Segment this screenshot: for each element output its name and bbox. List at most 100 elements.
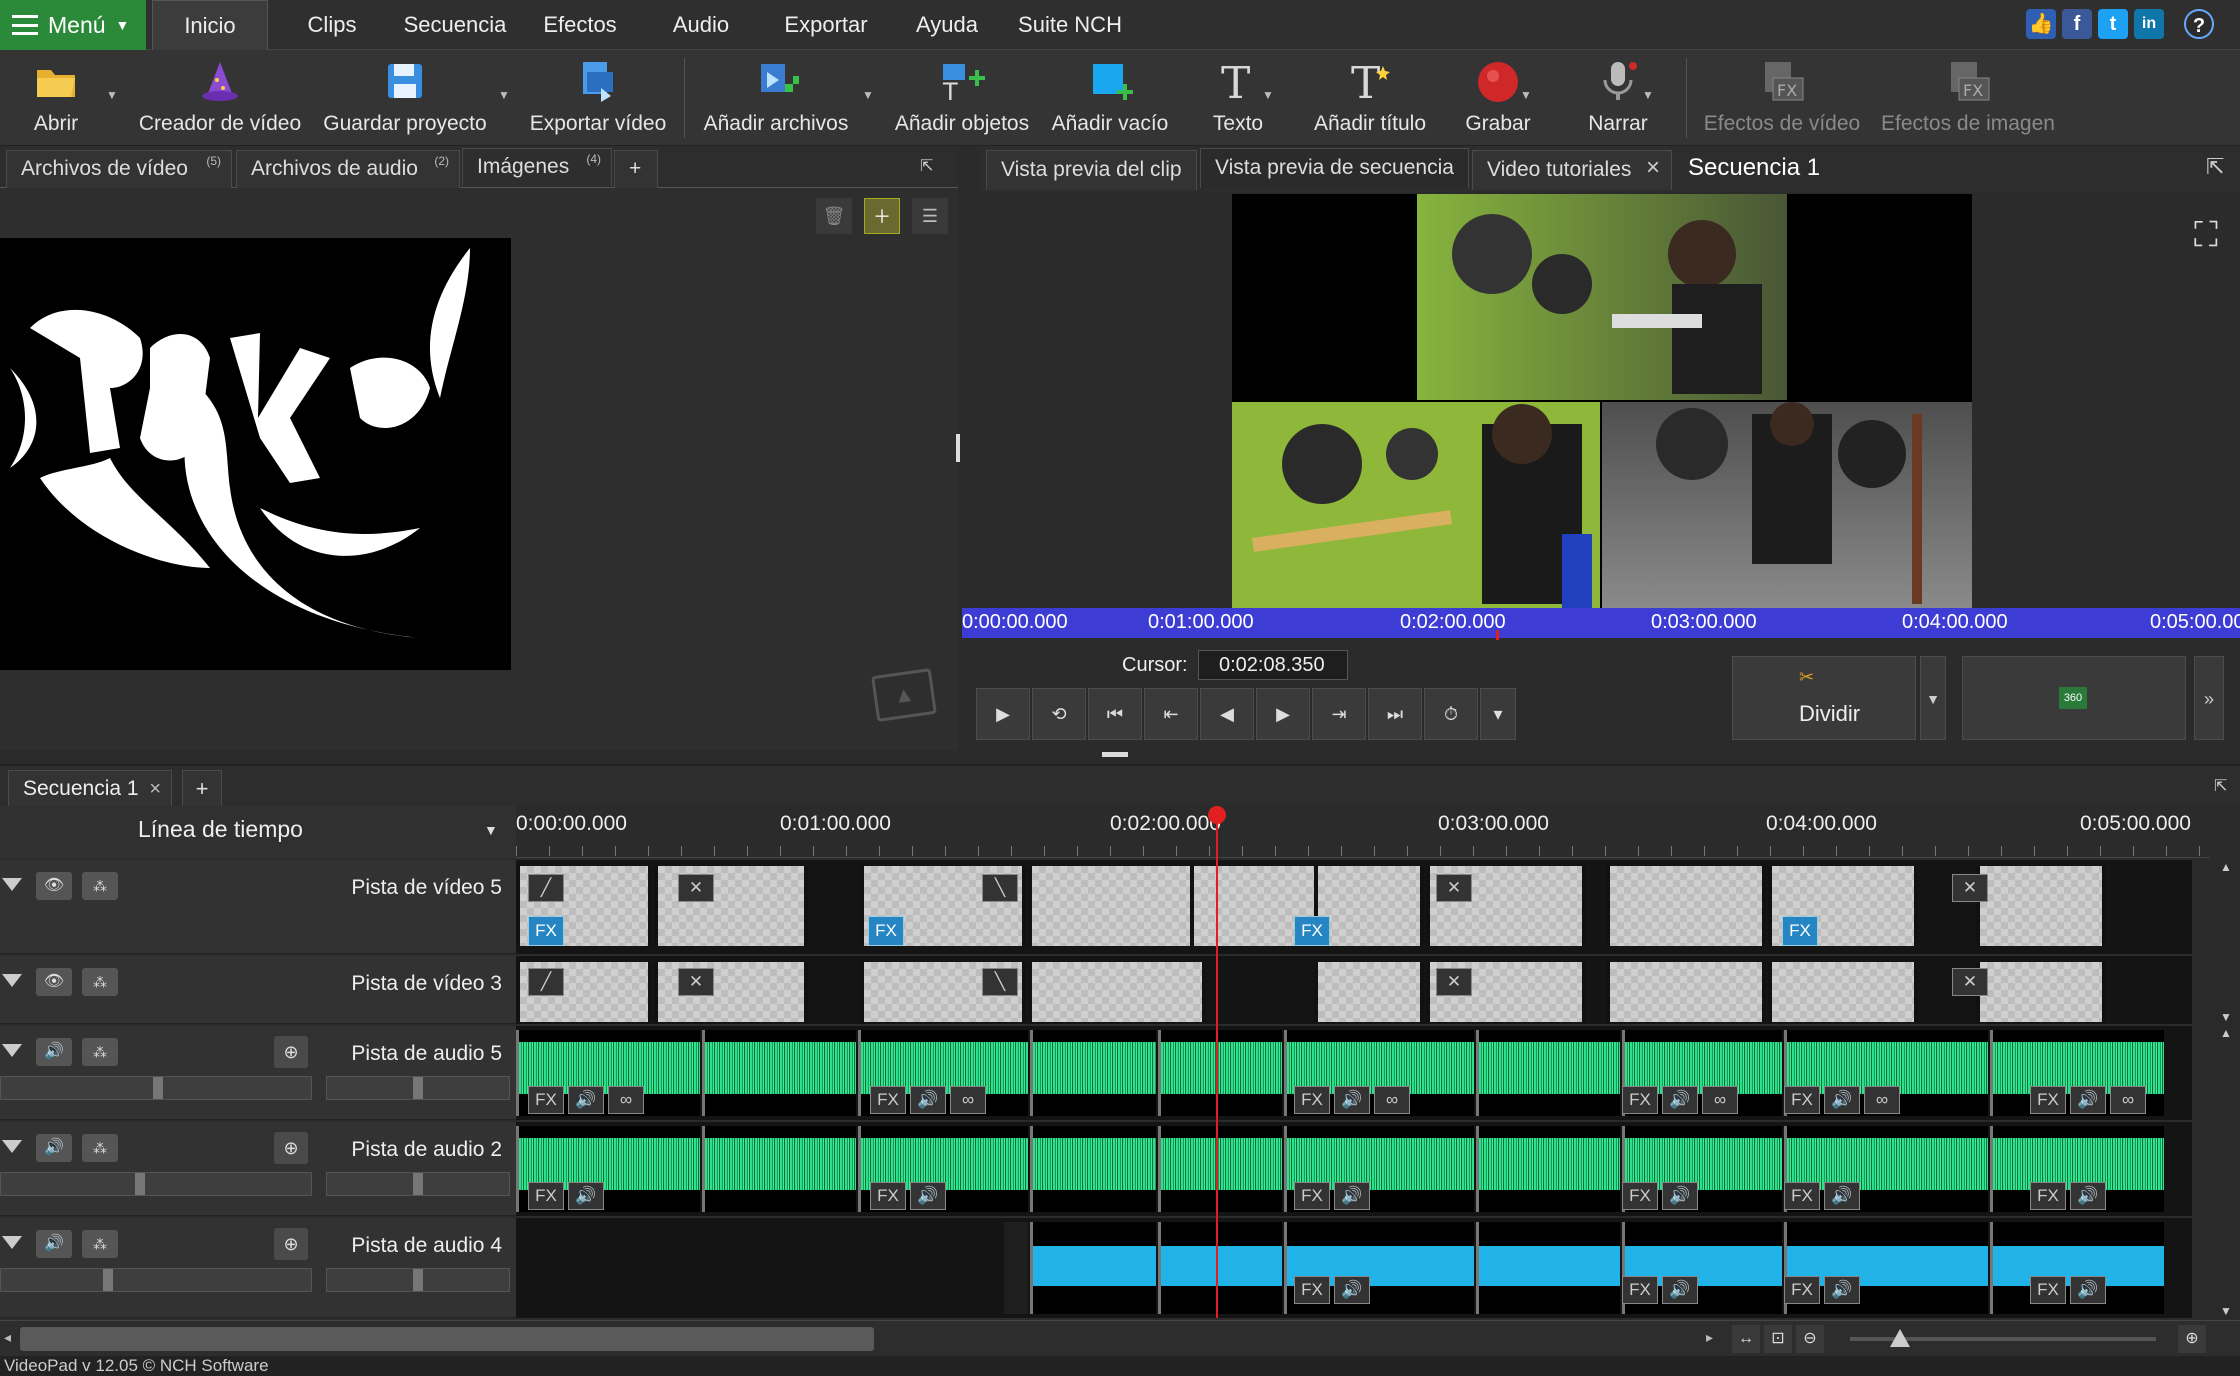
fx-badge[interactable]: FX [1294, 1276, 1330, 1304]
volume-icon[interactable]: 🔊 [568, 1086, 604, 1114]
tab-sequence-preview[interactable]: Vista previa de secuencia [1200, 148, 1469, 188]
fx-badge[interactable]: FX [1294, 1086, 1330, 1114]
tab-suite-nch[interactable]: Suite NCH [1018, 0, 1122, 50]
audio-clip[interactable] [1030, 1030, 1156, 1116]
fullscreen-icon[interactable]: ⛶ [2194, 216, 2218, 255]
main-menu-button[interactable]: Menú ▼ [0, 0, 146, 50]
zoom-waveform-icon[interactable]: ⊕ [274, 1228, 308, 1260]
volume-slider[interactable] [0, 1268, 312, 1292]
fade-in-icon[interactable]: ╱ [528, 874, 564, 902]
tab-secuencia[interactable]: Secuencia [400, 0, 510, 50]
image-thumbnail[interactable] [0, 238, 511, 670]
video-clip[interactable] [1314, 962, 1424, 1022]
fx-badge[interactable]: FX [1622, 1086, 1658, 1114]
video-effects-button[interactable]: FX Efectos de vídeo [1700, 50, 1864, 146]
open-dropdown-icon[interactable]: ▼ [106, 88, 118, 102]
group-icon[interactable]: ⁂ [82, 1230, 118, 1258]
transition-icon[interactable]: ✕ [1952, 874, 1988, 902]
video-tracks-scrollbar[interactable]: ▲ ▼ [2212, 860, 2240, 1024]
audio-clip[interactable] [1030, 1222, 1156, 1314]
more-options-dropdown-icon[interactable]: ▾ [1480, 688, 1516, 740]
tab-audio[interactable]: Audio [666, 0, 736, 50]
fx-badge[interactable]: FX [868, 916, 904, 946]
collapse-icon[interactable] [2, 974, 22, 987]
video-clip[interactable] [1768, 962, 1918, 1022]
volume-icon[interactable]: 🔊 [1334, 1182, 1370, 1210]
audio-clip[interactable] [1158, 1126, 1282, 1212]
list-view-icon[interactable]: ☰ [912, 198, 948, 234]
pan-slider[interactable] [326, 1076, 510, 1100]
audio-clip[interactable] [702, 1126, 856, 1212]
fx-badge[interactable]: FX [2030, 1276, 2066, 1304]
zoom-in-icon[interactable]: ⊕ [2178, 1325, 2206, 1353]
fx-badge[interactable]: FX [528, 1086, 564, 1114]
horizontal-scrollbar-thumb[interactable] [20, 1327, 874, 1351]
next-clip-button[interactable]: ⇥ [1312, 688, 1366, 740]
volume-icon[interactable]: 🔊 [568, 1182, 604, 1210]
fx-badge[interactable]: FX [870, 1086, 906, 1114]
timeline-header[interactable]: Línea de tiempo ▼ [0, 806, 516, 858]
open-button[interactable]: Abrir [4, 50, 108, 146]
audio-clip[interactable] [1476, 1030, 1620, 1116]
zoom-waveform-icon[interactable]: ⊕ [274, 1132, 308, 1164]
eye-icon[interactable]: 👁 [36, 968, 72, 996]
fx-badge[interactable]: FX [2030, 1086, 2066, 1114]
save-project-button[interactable]: Guardar proyecto [320, 50, 490, 146]
video-clip[interactable] [1028, 866, 1206, 946]
volume-icon[interactable]: 🔊 [1334, 1086, 1370, 1114]
fx-badge[interactable]: FX [528, 916, 564, 946]
go-to-end-button[interactable]: ⏭ [1368, 688, 1422, 740]
volume-icon[interactable]: 🔊 [910, 1182, 946, 1210]
add-objects-button[interactable]: T Añadir objetos [888, 50, 1036, 146]
chevron-down-icon[interactable]: ▼ [484, 822, 498, 838]
link-icon[interactable]: ∞ [2110, 1086, 2146, 1114]
eye-icon[interactable]: 👁 [36, 872, 72, 900]
volume-icon[interactable]: 🔊 [2070, 1086, 2106, 1114]
fx-badge[interactable]: FX [2030, 1182, 2066, 1210]
add-files-dropdown-icon[interactable]: ▼ [862, 88, 874, 102]
tab-audio-files[interactable]: Archivos de audio (2) [236, 150, 460, 188]
volume-icon[interactable]: 🔊 [1824, 1182, 1860, 1210]
volume-icon[interactable]: 🔊 [1824, 1276, 1860, 1304]
tab-ayuda[interactable]: Ayuda [912, 0, 982, 50]
transition-icon[interactable]: ✕ [1436, 874, 1472, 902]
save-dropdown-icon[interactable]: ▼ [498, 88, 510, 102]
transition-icon[interactable]: ✕ [678, 968, 714, 996]
collapse-icon[interactable] [2, 1236, 22, 1249]
help-icon[interactable]: ? [2184, 9, 2214, 39]
audio-clip[interactable] [1030, 1126, 1156, 1212]
group-icon[interactable]: ⁂ [82, 1038, 118, 1066]
tab-sequence-1[interactable]: Secuencia 1 × [8, 770, 172, 808]
volume-icon[interactable]: 🔊 [910, 1086, 946, 1114]
zoom-waveform-icon[interactable]: ⊕ [274, 1036, 308, 1068]
volume-icon[interactable]: 🔊 [1334, 1276, 1370, 1304]
timeline-ruler[interactable]: 0:00:00.000 0:01:00.000 0:02:00.000 0:03… [516, 806, 2210, 858]
preview-time-ruler[interactable]: 0:00:00.000 0:01:00.000 0:02:00.000 0:03… [962, 608, 2240, 640]
close-sequence-icon[interactable]: × [149, 771, 161, 807]
speaker-icon[interactable]: 🔊 [36, 1038, 72, 1066]
video-clip[interactable] [1314, 866, 1424, 946]
video-clip[interactable] [1028, 962, 1206, 1022]
narrate-dropdown-icon[interactable]: ▼ [1642, 88, 1654, 102]
tab-video-files[interactable]: Archivos de vídeo (5) [6, 150, 232, 188]
audio-tracks-scrollbar[interactable]: ▲ ▼ [2212, 1026, 2240, 1318]
fx-badge[interactable]: FX [1784, 1182, 1820, 1210]
add-title-button[interactable]: T Añadir título [1296, 50, 1444, 146]
tab-video-tutorials[interactable]: Video tutoriales [1472, 150, 1673, 190]
volume-slider[interactable] [0, 1076, 312, 1100]
more-tools-button[interactable]: » [2194, 656, 2224, 740]
like-icon[interactable]: 👍 [2026, 9, 2056, 39]
fx-badge[interactable]: FX [1784, 1276, 1820, 1304]
audio-clip[interactable] [1158, 1222, 1282, 1314]
tab-clips[interactable]: Clips [296, 0, 368, 50]
scroll-right-icon[interactable]: ▸ [1706, 1329, 1713, 1346]
cursor-time-field[interactable]: 0:02:08.350 [1198, 650, 1348, 680]
audio-clip[interactable] [1476, 1222, 1620, 1314]
audio-clip[interactable] [1158, 1030, 1282, 1116]
audio-clip[interactable] [1476, 1126, 1620, 1212]
linkedin-icon[interactable]: in [2134, 9, 2164, 39]
link-icon[interactable]: ∞ [950, 1086, 986, 1114]
audio-clip[interactable] [702, 1030, 856, 1116]
link-icon[interactable]: ∞ [1374, 1086, 1410, 1114]
video-clip[interactable] [1606, 962, 1766, 1022]
